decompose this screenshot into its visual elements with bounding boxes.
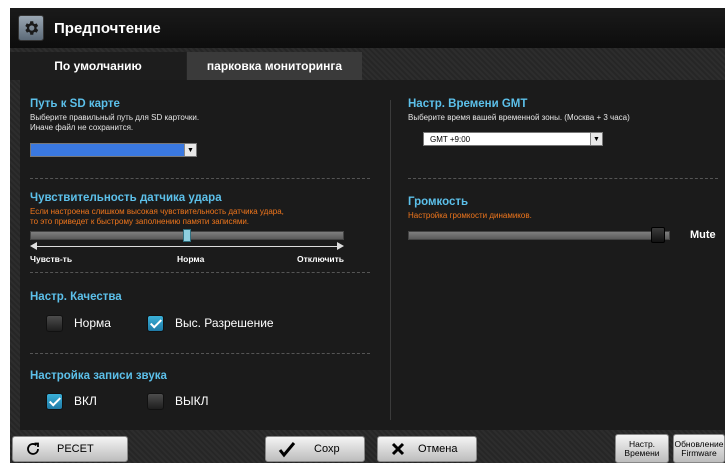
save-label: Сохр (314, 443, 340, 455)
firmware-update-button[interactable]: Обновление Firmware (673, 434, 725, 463)
gear-icon (18, 15, 44, 41)
reset-button[interactable]: РЕСЕТ (12, 436, 128, 462)
tab-parking-monitoring[interactable]: парковка мониторинга (186, 52, 362, 80)
divider (30, 353, 370, 354)
firmware-update-label-2: Firmware (681, 447, 717, 458)
sd-card-value (31, 144, 184, 156)
arrow-right-icon (337, 242, 344, 250)
sd-card-title: Путь к SD карте (30, 98, 120, 110)
chevron-down-icon[interactable]: ▼ (590, 133, 602, 145)
shock-label-right: Отключить (297, 254, 345, 264)
save-button[interactable]: Сохр (265, 436, 365, 462)
window-title: Предпочтение (54, 19, 161, 37)
chevron-down-icon[interactable]: ▼ (184, 144, 196, 156)
time-settings-label-2: Времени (624, 447, 660, 458)
quality-title: Настр. Качества (30, 291, 122, 303)
shock-desc-2: то это приведет к быстрому заполнению па… (30, 217, 250, 226)
sound-on-label: ВКЛ (74, 394, 97, 408)
shock-slider-thumb[interactable] (183, 229, 191, 242)
settings-panel: Путь к SD карте Выберите правильный путь… (20, 80, 725, 430)
gmt-desc: Выберите время вашей временной зоны. (Мо… (408, 113, 630, 122)
sd-card-desc-1: Выберите правильный путь для SD карточки… (30, 113, 200, 122)
gmt-select[interactable]: GMT +9:00 ▼ (423, 132, 603, 146)
divider (408, 178, 718, 179)
shock-label-left: Чувств-ть (30, 254, 73, 264)
scale-line (36, 246, 338, 247)
sound-rec-title: Настройка записи звука (30, 370, 167, 382)
shock-slider[interactable] (30, 229, 344, 242)
shock-desc-1: Если настроена слишком высокая чувствите… (30, 207, 284, 216)
reset-label: РЕСЕТ (57, 443, 94, 455)
quality-high-checkbox[interactable] (147, 315, 164, 332)
title-bar: Предпочтение (10, 8, 725, 48)
tab-default[interactable]: По умолчанию (10, 52, 186, 80)
tab-bar: По умолчанию парковка мониторинга (10, 52, 362, 80)
checkmark-icon (278, 440, 296, 458)
sound-off-checkbox[interactable] (147, 393, 164, 410)
preferences-window: Предпочтение По умолчанию парковка монит… (10, 8, 725, 463)
gmt-title: Настр. Времени GMT (408, 98, 528, 110)
shock-title: Чувствительность датчика удара (30, 192, 222, 204)
quality-normal-label: Норма (74, 316, 111, 330)
mute-label[interactable]: Mute (690, 229, 716, 241)
divider (30, 272, 370, 273)
volume-slider[interactable] (408, 231, 670, 240)
column-divider (390, 100, 391, 420)
cancel-button[interactable]: Отмена (377, 436, 477, 462)
refresh-icon (25, 441, 41, 457)
sd-card-desc-2: Иначе файл не сохранится. (30, 123, 134, 132)
cancel-label: Отмена (418, 443, 458, 455)
sound-on-checkbox[interactable] (46, 393, 63, 410)
quality-normal-checkbox[interactable] (46, 315, 63, 332)
shock-label-mid: Норма (177, 254, 205, 264)
volume-title: Громкость (408, 196, 469, 208)
gmt-value: GMT +9:00 (430, 134, 471, 144)
volume-slider-thumb[interactable] (650, 227, 665, 243)
sd-card-select[interactable]: ▼ (30, 143, 197, 157)
volume-desc: Настройка громкости динамиков. (408, 211, 532, 220)
divider (30, 178, 370, 179)
quality-high-label: Выс. Разрешение (175, 316, 274, 330)
sound-off-label: ВЫКЛ (175, 394, 209, 408)
time-settings-button[interactable]: Настр. Времени (615, 434, 669, 463)
x-icon (390, 441, 406, 457)
